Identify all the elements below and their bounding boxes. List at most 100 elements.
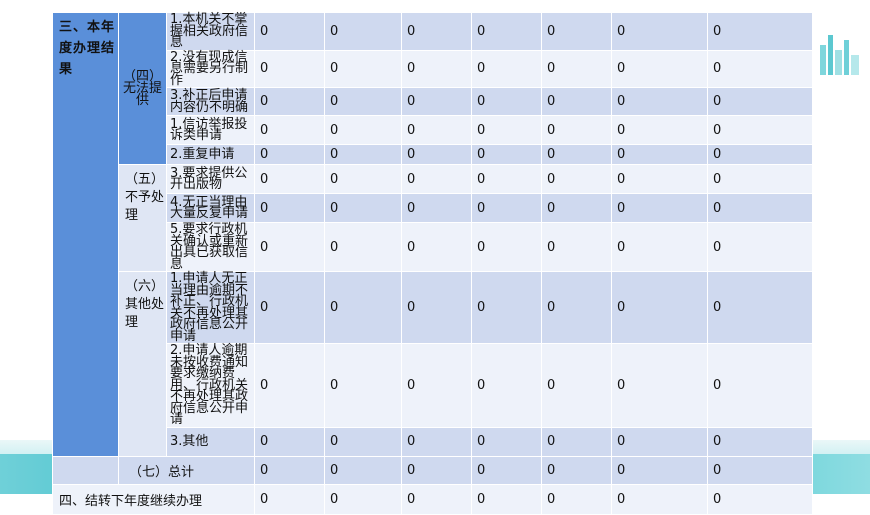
table-cell: 0 [401,222,472,272]
table-cell: 0 [707,144,813,165]
group4-label: （四）无法提供 [118,12,167,165]
table-cell: 0 [401,87,472,116]
table-cell: 0 [401,49,472,88]
table-cell: 0 [254,87,325,116]
table-row: 5.要求行政机关确认或重新出具已获取信息 0 0 0 0 0 0 0 [53,222,813,272]
table-cell: 0 [324,144,402,165]
section3-title: 三、本年度办理结果 [52,12,119,457]
table-cell: 0 [707,164,813,194]
row-item-label: 1.本机关不掌握相关政府信息 [166,12,255,51]
table-cell: 0 [254,193,325,223]
table-cell: 0 [254,343,325,428]
table-cell: 0 [707,455,813,485]
row-item-label: 1.申请人无正当理由逾期不补正、行政机关不再处理其政府信息公开申请 [166,271,255,344]
table-cell: 0 [254,483,325,515]
table-cell: 0 [401,455,472,485]
table-row: 1.信访举报投诉类申请 0 0 0 0 0 0 0 [53,115,813,145]
table-cell: 0 [471,12,542,51]
table-cell: 0 [611,115,708,145]
table-cell: 0 [611,164,708,194]
skyline-decoration [820,35,859,75]
table-cell: 0 [707,426,813,457]
table-cell: 0 [541,164,612,194]
table-row: 3.补正后申请内容仍不明确 0 0 0 0 0 0 0 [53,87,813,116]
row-item-label: 3.补正后申请内容仍不明确 [166,87,255,116]
table-cell: 0 [541,144,612,165]
table-cell: 0 [541,87,612,116]
table-cell: 0 [611,426,708,457]
table-cell: 0 [471,426,542,457]
table-cell: 0 [707,12,813,51]
table-cell: 0 [401,483,472,515]
table-cell: 0 [541,193,612,223]
table-cell: 0 [471,49,542,88]
table-cell: 0 [401,426,472,457]
total-row: （七）总计 0 0 0 0 0 0 0 [52,455,813,485]
table-cell: 0 [611,222,708,272]
table-cell: 0 [324,164,402,194]
table-cell: 0 [707,115,813,145]
table-cell: 0 [324,193,402,223]
table-cell: 0 [707,271,813,344]
table-cell: 0 [401,343,472,428]
table-cell: 0 [254,455,325,485]
table-cell: 0 [541,49,612,88]
table-cell: 0 [471,271,542,344]
row-item-label: 2.重复申请 [166,144,255,165]
table-cell: 0 [401,193,472,223]
table-cell: 0 [254,426,325,457]
table-row: （五）不予处理 3.要求提供公开出版物 0 0 0 0 0 0 0 [53,164,813,272]
section4-row: 四、结转下年度继续办理 0 0 0 0 0 0 0 [52,483,813,515]
table-row: 2.申请人逾期未按收费通知要求缴纳费用、行政机关不再处理其政府信息公开申请 0 0 0… [53,343,813,428]
table-cell: 0 [611,49,708,88]
table-cell: 0 [471,483,542,515]
table-row: 2.重复申请 0 0 0 0 0 0 0 [53,144,813,165]
table-cell: 0 [401,164,472,194]
results-table: 三、本年度办理结果 （四）无法提供 1.本机关不掌握相关政府信息 0 0 0 0 0 0 0 2.没… [52,12,813,515]
table-cell: 0 [541,115,612,145]
row-item-label: 2.申请人逾期未按收费通知要求缴纳费用、行政机关不再处理其政府信息公开申请 [166,343,255,428]
table-row: 4.无正当理由大量反复申请 0 0 0 0 0 0 0 [53,193,813,223]
table-cell: 0 [471,164,542,194]
table-cell: 0 [254,144,325,165]
table-cell: 0 [611,193,708,223]
table-cell: 0 [324,115,402,145]
table-cell: 0 [541,271,612,344]
group5-label: （五）不予处理 [118,164,167,272]
row-item-label: 2.没有现成信息需要另行制作 [166,49,255,88]
total-blank-cell [52,455,119,485]
table-cell: 0 [254,49,325,88]
table-cell: 0 [324,483,402,515]
table-cell: 0 [324,426,402,457]
table-cell: 0 [471,343,542,428]
table-cell: 0 [254,222,325,272]
table-cell: 0 [541,343,612,428]
table-cell: 0 [401,271,472,344]
table-cell: 0 [707,222,813,272]
group6-label: （六）其他处理 [118,271,167,457]
total-label: （七）总计 [118,455,255,485]
table-row: 2.没有现成信息需要另行制作 0 0 0 0 0 0 0 [53,49,813,88]
table-cell: 0 [611,343,708,428]
table-cell: 0 [541,222,612,272]
row-item-label: 4.无正当理由大量反复申请 [166,193,255,223]
table-cell: 0 [471,115,542,145]
table-cell: 0 [611,12,708,51]
table-cell: 0 [401,115,472,145]
table-row: 三、本年度办理结果 （四）无法提供 1.本机关不掌握相关政府信息 0 0 0 0 0 0 0 [52,12,813,457]
table-cell: 0 [324,271,402,344]
row-item-label: 5.要求行政机关确认或重新出具已获取信息 [166,222,255,272]
table-row: 3.其他 0 0 0 0 0 0 0 [53,426,813,457]
table-cell: 0 [707,87,813,116]
table-cell: 0 [707,343,813,428]
table-cell: 0 [541,455,612,485]
table-cell: 0 [324,12,402,51]
table-cell: 0 [611,87,708,116]
table-cell: 0 [254,164,325,194]
table-cell: 0 [471,87,542,116]
table-cell: 0 [324,343,402,428]
table-cell: 0 [707,483,813,515]
row-item-label: 1.信访举报投诉类申请 [166,115,255,145]
table-cell: 0 [541,426,612,457]
table-cell: 0 [401,144,472,165]
